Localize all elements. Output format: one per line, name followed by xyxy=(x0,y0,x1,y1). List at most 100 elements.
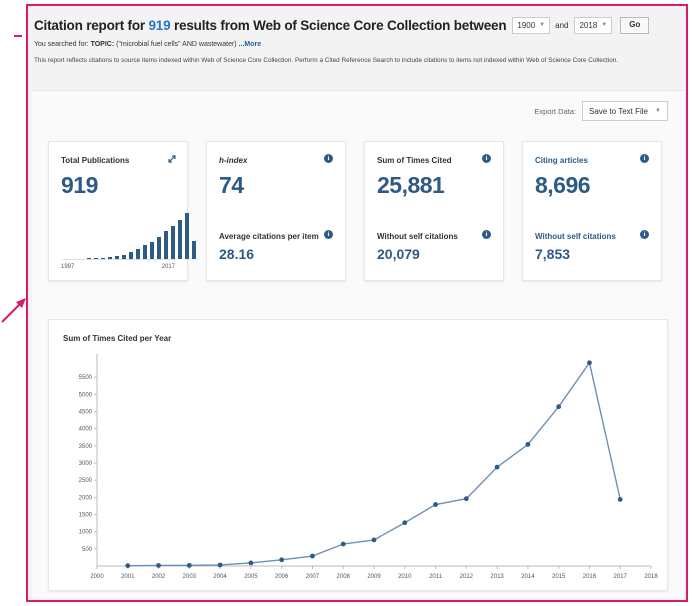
spark-bar xyxy=(170,225,175,259)
year-to-select[interactable]: 2018 ▼ xyxy=(574,16,613,34)
go-button[interactable]: Go xyxy=(620,16,650,34)
data-point xyxy=(617,496,623,502)
y-tick-label: 1500 xyxy=(79,513,93,519)
expand-icon[interactable] xyxy=(167,154,177,164)
report-header: Citation report for 919 results from Web… xyxy=(28,6,686,64)
spark-bar xyxy=(163,231,168,259)
sum-cited-card: Sum of Times Cited i 25,881 Without self… xyxy=(364,141,504,281)
y-tick-label: 1000 xyxy=(79,530,93,536)
y-tick-label: 500 xyxy=(82,547,93,553)
info-icon[interactable]: i xyxy=(482,154,491,163)
x-tick-label: 2009 xyxy=(367,574,381,580)
x-tick-label: 2002 xyxy=(152,574,166,580)
spark-bar xyxy=(177,220,182,259)
result-count-link[interactable]: 919 xyxy=(149,18,171,33)
spark-bar xyxy=(149,241,154,259)
data-point xyxy=(587,360,592,366)
total-publications-value: 919 xyxy=(61,172,98,198)
data-point xyxy=(402,520,408,526)
without-self-citations-label: Without self citations xyxy=(377,232,458,241)
h-index-card: h-index i 74 Average citations per item … xyxy=(206,141,346,281)
y-tick-label: 3500 xyxy=(79,444,93,450)
data-point xyxy=(371,537,377,543)
data-point xyxy=(463,496,469,502)
total-publications-label: Total Publications xyxy=(61,156,130,165)
x-tick-label: 2006 xyxy=(275,574,289,580)
spark-bar xyxy=(107,257,112,259)
spark-bar xyxy=(93,258,98,259)
h-index-label: h-index xyxy=(219,156,248,165)
data-point xyxy=(125,563,131,569)
title-prefix: Citation report for xyxy=(34,17,149,33)
y-tick-label: 3000 xyxy=(79,461,93,467)
page-title: Citation report for 919 results from Web… xyxy=(34,17,507,33)
series-line xyxy=(127,361,621,567)
searched-topic-label: TOPIC: xyxy=(90,41,115,48)
title-suffix: results from Web of Science Core Collect… xyxy=(170,17,507,33)
y-tick-label: 2500 xyxy=(79,478,93,484)
info-icon[interactable]: i xyxy=(324,230,333,239)
spark-bar xyxy=(156,237,161,259)
searched-query: ("microbial fuel cells" AND wastewater) xyxy=(114,41,239,48)
export-select[interactable]: Save to Text File ▼ xyxy=(582,101,668,121)
info-icon[interactable]: i xyxy=(640,154,649,163)
export-selected-value: Save to Text File xyxy=(589,106,648,116)
without-self-citations-value: 20,079 xyxy=(377,246,420,262)
sum-cited-label: Sum of Times Cited xyxy=(377,156,452,165)
x-tick-label: 2005 xyxy=(244,574,258,580)
citing-articles-link[interactable]: Citing articles xyxy=(535,156,588,165)
data-point xyxy=(494,464,500,470)
data-point xyxy=(217,562,223,568)
data-point xyxy=(556,404,562,410)
export-label: Export Data: xyxy=(534,106,576,116)
x-tick-label: 2000 xyxy=(90,574,104,580)
average-citations-label: Average citations per item xyxy=(219,232,319,241)
search-summary: You searched for: TOPIC: ("microbial fue… xyxy=(34,41,686,48)
y-tick-label: 4000 xyxy=(79,427,93,433)
spark-bar xyxy=(128,251,133,259)
data-point xyxy=(433,502,438,507)
report-note: This report reflects citations to source… xyxy=(34,57,619,64)
h-index-value: 74 xyxy=(219,172,244,198)
citing-without-self-link[interactable]: Without self citations xyxy=(535,232,616,241)
info-icon[interactable]: i xyxy=(324,154,333,163)
x-tick-label: 2003 xyxy=(183,574,197,580)
sum-cited-value: 25,881 xyxy=(377,172,445,198)
year-from-select[interactable]: 1900 ▼ xyxy=(512,16,551,34)
publications-sparkline xyxy=(63,213,196,260)
times-cited-line-chart: 500 1000 1500 2000 2500 3000 3500 4000 4500 5000 5… xyxy=(79,354,658,580)
more-link[interactable]: ...More xyxy=(239,41,262,48)
x-tick-label: 2013 xyxy=(490,574,504,580)
chevron-down-icon: ▼ xyxy=(655,108,661,114)
data-point xyxy=(340,541,346,547)
year-from-value: 1900 xyxy=(517,20,536,30)
info-icon[interactable]: i xyxy=(482,230,491,239)
searched-prefix: You searched for: xyxy=(34,41,91,48)
spark-bar xyxy=(191,240,196,259)
data-point xyxy=(525,442,531,447)
data-point xyxy=(186,562,192,568)
citation-report-window: Citation report for 919 results from Web… xyxy=(26,4,688,602)
spark-year-end: 2017 xyxy=(161,264,175,270)
spark-bar xyxy=(184,213,189,259)
x-tick-label: 2011 xyxy=(429,574,443,580)
x-tick-label: 2018 xyxy=(644,574,658,580)
x-tick-label: 2010 xyxy=(398,574,412,580)
data-point xyxy=(156,563,161,568)
y-tick-label: 5500 xyxy=(79,375,93,381)
times-cited-chart-card: Sum of Times Cited per Year 500 1000 1500 2… xyxy=(48,319,668,591)
total-publications-card: Total Publications 919 1997 2017 xyxy=(48,141,196,281)
data-point xyxy=(279,557,285,563)
citing-without-self-value: 7,853 xyxy=(535,246,571,262)
x-tick-label: 2007 xyxy=(306,574,320,580)
spark-bar xyxy=(100,257,105,259)
info-icon[interactable]: i xyxy=(640,230,649,239)
y-tick-label: 2000 xyxy=(79,495,93,501)
spark-bar xyxy=(86,258,91,259)
citing-articles-value: 8,696 xyxy=(535,172,591,198)
data-point xyxy=(248,560,254,566)
y-tick-label: 4500 xyxy=(79,410,93,416)
spark-year-start: 1997 xyxy=(61,264,75,270)
spark-bar xyxy=(121,254,126,259)
x-tick-label: 2014 xyxy=(521,574,535,580)
